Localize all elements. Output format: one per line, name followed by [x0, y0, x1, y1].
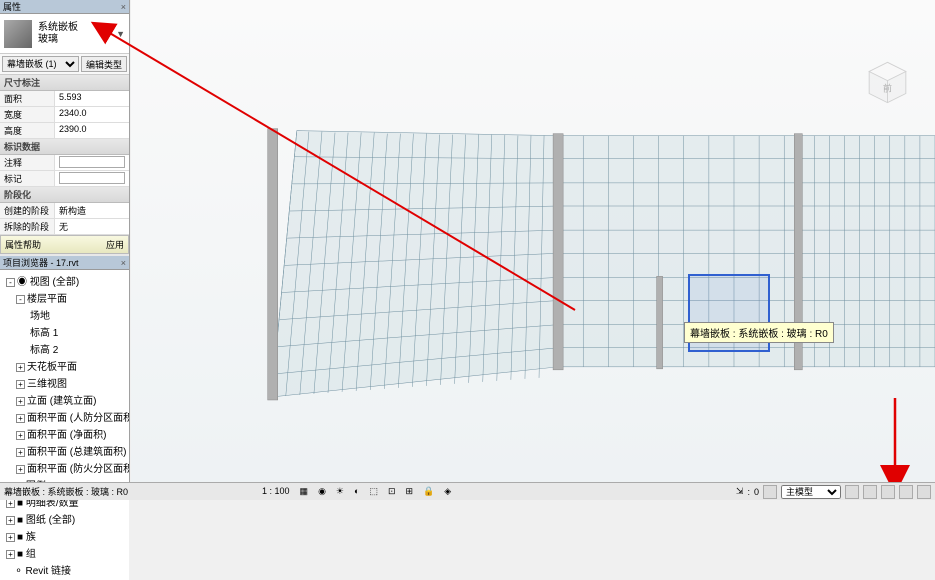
tree-elevation[interactable]: +立面 (建筑立面) — [2, 391, 127, 408]
tree-3d[interactable]: +三维视图 — [2, 374, 127, 391]
selection-tooltip: 幕墙嵌板 : 系统嵌板 : 玻璃 : R0 — [684, 322, 834, 343]
shadow-icon[interactable]: ◐ — [350, 485, 363, 498]
view-control-bar: 1 : 100 ▦ ◉ ☀ ◐ ⬚ ⊡ ⊞ 🔒 ◈ — [258, 485, 455, 498]
instance-select[interactable]: 幕墙嵌板 (1) — [2, 56, 79, 72]
family-name: 系统嵌板 — [38, 22, 78, 34]
viewcube[interactable]: 前 — [860, 55, 915, 110]
type-row: 幕墙嵌板 (1) 编辑类型 — [0, 54, 129, 75]
model-select[interactable]: 主模型 — [781, 485, 841, 499]
viewcube-front: 前 — [883, 83, 892, 94]
prop-comment: 注释 — [0, 155, 129, 171]
filter-icon[interactable] — [763, 485, 777, 499]
building-model — [131, 0, 935, 482]
prop-area: 面积5.593 — [0, 91, 129, 107]
tree-root[interactable]: -◉ 视图 (全部) — [2, 272, 127, 289]
status-left-text: 幕墙嵌板 : 系统嵌板 : 玻璃 : R0 — [4, 485, 128, 498]
reveal-icon[interactable]: ◈ — [440, 485, 455, 498]
lock-icon[interactable]: 🔒 — [419, 485, 438, 498]
render-icon[interactable]: ⬚ — [365, 485, 382, 498]
sun-icon[interactable]: ☀ — [332, 485, 348, 498]
comment-input[interactable] — [59, 156, 125, 168]
tool-icon-5[interactable] — [917, 485, 931, 499]
viewport-3d[interactable]: 幕墙嵌板 : 系统嵌板 : 玻璃 : R0 前 — [131, 0, 935, 482]
scale-label[interactable]: 1 : 100 — [258, 485, 294, 498]
help-link[interactable]: 属性帮助 — [5, 238, 41, 251]
chevron-down-icon[interactable]: ▼ — [116, 29, 125, 39]
tree-area3[interactable]: +面积平面 (总建筑面积) — [2, 442, 127, 459]
edit-type-button[interactable]: 编辑类型 — [81, 56, 127, 72]
detail-icon[interactable]: ▦ — [296, 485, 313, 498]
properties-header: 属性 × — [0, 0, 129, 14]
visual-style-icon[interactable]: ◉ — [314, 485, 330, 498]
family-labels: 系统嵌板 玻璃 — [38, 22, 78, 46]
left-panel: 属性 × 系统嵌板 玻璃 ▼ 幕墙嵌板 (1) 编辑类型 尺寸标注 面积5.59… — [0, 0, 130, 482]
tree-floorplans[interactable]: -楼层平面 — [2, 289, 127, 306]
tree-ceiling[interactable]: +天花板平面 — [2, 357, 127, 374]
prop-categories: 尺寸标注 面积5.593 宽度2340.0 高度2390.0 标识数据 注释 标… — [0, 75, 129, 235]
crop-icon[interactable]: ⊡ — [384, 485, 400, 498]
tree-area4[interactable]: +面积平面 (防火分区面积) — [2, 459, 127, 476]
tree-area2[interactable]: +面积平面 (净面积) — [2, 425, 127, 442]
push-label: : — [747, 487, 750, 497]
tree-links[interactable]: ⚬ Revit 链接 — [2, 561, 127, 578]
properties-title: 属性 — [3, 0, 21, 13]
tool-icon-1[interactable] — [845, 485, 859, 499]
close-icon[interactable]: × — [121, 258, 126, 268]
cat-identity[interactable]: 标识数据 — [0, 139, 129, 155]
prop-width: 宽度2340.0 — [0, 107, 129, 123]
status-bar: 幕墙嵌板 : 系统嵌板 : 玻璃 : R0 1 : 100 ▦ ◉ ☀ ◐ ⬚ … — [0, 482, 935, 500]
tree-area1[interactable]: +面积平面 (人防分区面积) — [2, 408, 127, 425]
cat-dimensions[interactable]: 尺寸标注 — [0, 75, 129, 91]
tree-sheets[interactable]: +■ 图纸 (全部) — [2, 510, 127, 527]
project-tree[interactable]: -◉ 视图 (全部) -楼层平面 场地 标高 1 标高 2 +天花板平面 +三维… — [0, 270, 129, 580]
tree-site[interactable]: 场地 — [2, 306, 127, 323]
close-icon[interactable]: × — [121, 2, 126, 12]
tree-families[interactable]: +■ 族 — [2, 527, 127, 544]
tree-level2[interactable]: 标高 2 — [2, 340, 127, 357]
help-row: 属性帮助 应用 — [0, 235, 129, 254]
prop-mark: 标记 — [0, 171, 129, 187]
browser-header: 项目浏览器 - 17.rvt × — [0, 256, 129, 270]
right-controls: ⇲ : 0 主模型 — [736, 485, 931, 499]
prop-phase-created: 创建的阶段新构造 — [0, 203, 129, 219]
push-icon[interactable]: ⇲ — [736, 486, 744, 497]
crop-show-icon[interactable]: ⊞ — [402, 485, 418, 498]
tool-icon-2[interactable] — [863, 485, 877, 499]
mark-input[interactable] — [59, 172, 125, 184]
tree-groups[interactable]: +■ 组 — [2, 544, 127, 561]
apply-button[interactable]: 应用 — [106, 238, 124, 251]
tool-icon-4[interactable] — [899, 485, 913, 499]
family-type-selector[interactable]: 系统嵌板 玻璃 ▼ — [0, 14, 129, 54]
browser-title: 项目浏览器 - 17.rvt — [3, 256, 79, 269]
cat-phasing[interactable]: 阶段化 — [0, 187, 129, 203]
push-value: 0 — [754, 487, 759, 497]
tool-icon-3[interactable] — [881, 485, 895, 499]
prop-height: 高度2390.0 — [0, 123, 129, 139]
tree-level1[interactable]: 标高 1 — [2, 323, 127, 340]
family-type: 玻璃 — [38, 34, 78, 46]
prop-phase-demolished: 拆除的阶段无 — [0, 219, 129, 235]
panel-type-icon — [4, 20, 32, 48]
